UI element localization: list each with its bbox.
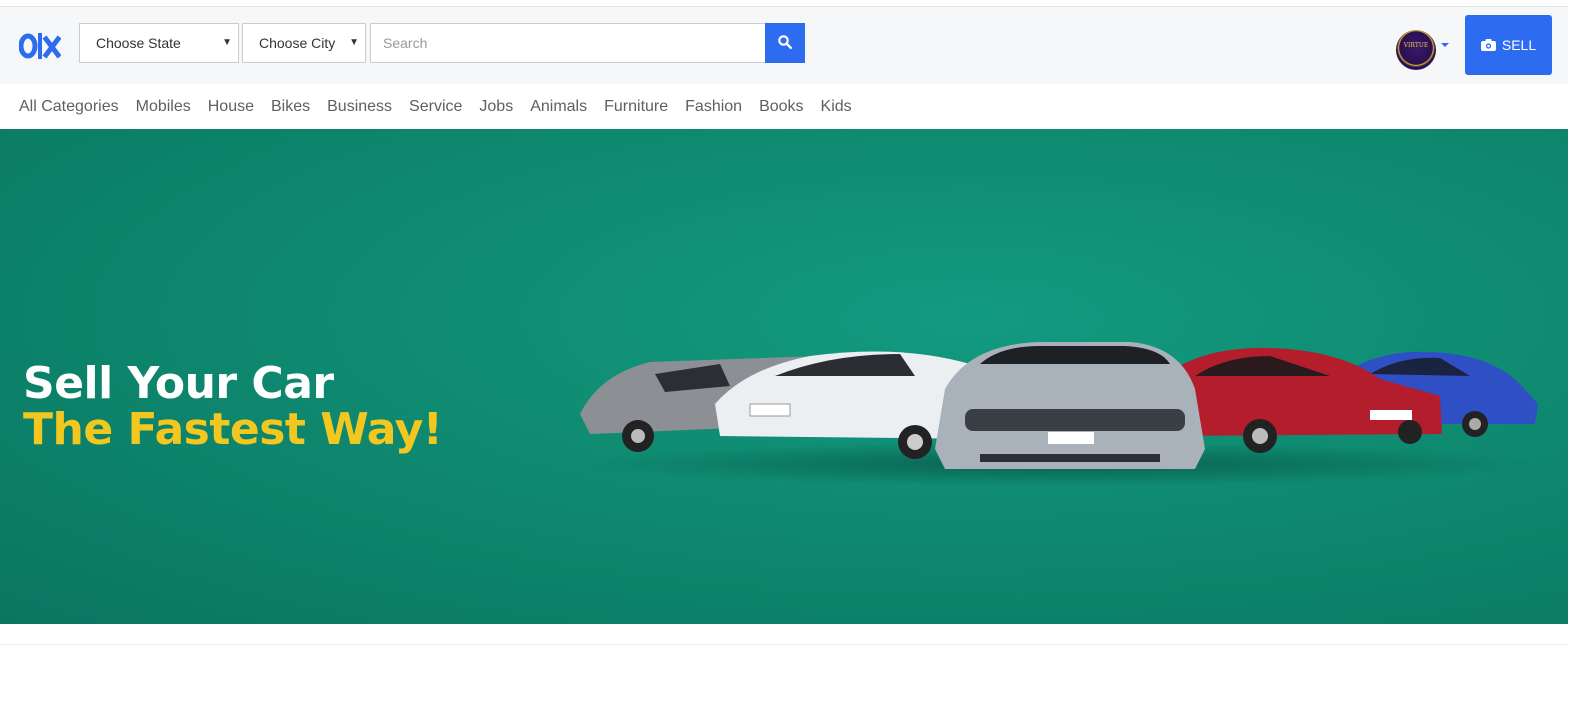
- search-button[interactable]: [765, 23, 805, 63]
- olx-logo[interactable]: [19, 27, 61, 63]
- city-select[interactable]: Choose City ▼: [242, 23, 366, 63]
- cars-illustration: [580, 342, 1540, 486]
- banner-line-1: Sell Your Car: [23, 358, 334, 409]
- hero-banner[interactable]: Sell Your Car The Fastest Way!: [0, 129, 1568, 624]
- search-input[interactable]: [370, 23, 766, 63]
- avatar[interactable]: VIRTUE: [1396, 30, 1436, 70]
- section-divider: [0, 644, 1568, 645]
- category-nav: All Categories Mobiles House Bikes Business S…: [0, 84, 1568, 129]
- state-select[interactable]: Choose State ▼: [79, 23, 239, 63]
- category-link[interactable]: Kids: [821, 98, 852, 116]
- state-select-value: Choose State: [96, 35, 181, 51]
- category-link[interactable]: Service: [409, 98, 462, 116]
- category-link[interactable]: All Categories: [19, 98, 119, 116]
- search-icon: [778, 34, 793, 49]
- city-select-value: Choose City: [259, 35, 336, 51]
- caret-down-icon[interactable]: [1441, 43, 1449, 47]
- banner-line-2: The Fastest Way!: [23, 404, 443, 455]
- category-link[interactable]: Books: [759, 98, 803, 116]
- category-link[interactable]: Bikes: [271, 98, 310, 116]
- silver-sedan-image: [935, 342, 1205, 469]
- category-link[interactable]: Mobiles: [136, 98, 191, 116]
- sell-button[interactable]: SELL: [1465, 15, 1552, 75]
- chevron-down-icon: ▼: [349, 37, 359, 48]
- avatar-text: VIRTUE: [1403, 42, 1429, 49]
- banner-headline: Sell Your Car The Fastest Way!: [23, 358, 443, 455]
- category-link[interactable]: Jobs: [479, 98, 513, 116]
- category-link[interactable]: Animals: [530, 98, 587, 116]
- sell-button-label: SELL: [1501, 37, 1537, 53]
- category-link[interactable]: Furniture: [604, 98, 668, 116]
- chevron-down-icon: ▼: [222, 37, 232, 48]
- header: Choose State ▼ Choose City ▼ VIRTUE SELL: [0, 7, 1568, 84]
- category-link[interactable]: Fashion: [685, 98, 742, 116]
- category-link[interactable]: House: [208, 98, 254, 116]
- category-list: All Categories Mobiles House Bikes Business S…: [19, 98, 869, 116]
- category-link[interactable]: Business: [327, 98, 392, 116]
- camera-icon: [1480, 39, 1496, 51]
